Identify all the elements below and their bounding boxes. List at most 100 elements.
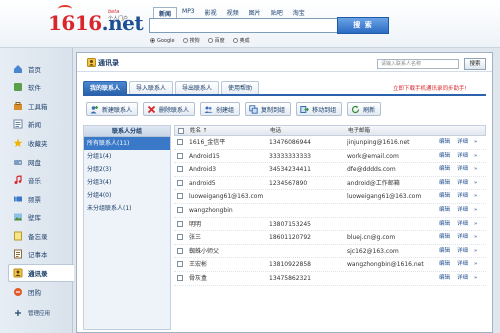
detail-arrow-icon[interactable]: » xyxy=(474,204,477,217)
sidebar-item[interactable]: 首页 xyxy=(12,60,72,78)
table-row[interactable]: 1616_金信平 13476086944 jinjunping@1616.net 编辑… xyxy=(174,136,486,150)
detail-arrow-icon[interactable]: » xyxy=(474,258,477,271)
contact-name[interactable]: 骨灰盒 xyxy=(189,272,267,285)
contacts-tab[interactable]: 导入联系人 xyxy=(129,81,174,94)
sidebar-item[interactable]: 团购 xyxy=(12,283,72,301)
row-checkbox[interactable] xyxy=(177,220,183,227)
detail-link[interactable]: 详细 xyxy=(457,150,468,163)
group-item[interactable]: 所有联系人(11) xyxy=(84,137,170,150)
detail-link[interactable]: 详细 xyxy=(457,258,468,271)
search-tab[interactable]: 贴吧 xyxy=(266,7,288,18)
contact-name[interactable]: 蜘蛛小师父 xyxy=(189,245,267,258)
sidebar-item[interactable]: 收藏夹 xyxy=(12,134,72,152)
toolbar-button[interactable]: 复制到组 xyxy=(245,102,292,116)
contact-name[interactable]: 张三 xyxy=(189,231,267,244)
table-row[interactable]: Android3 34534234411 dfe@dddds.com 编辑 详细 » xyxy=(174,163,486,177)
sidebar-item[interactable]: 壁库 xyxy=(12,208,72,226)
search-engine-radio[interactable] xyxy=(182,38,188,43)
row-checkbox[interactable] xyxy=(177,166,183,173)
search-engine-radio[interactable] xyxy=(150,38,155,43)
edit-link[interactable]: 编辑 xyxy=(439,218,450,231)
search-engine-option[interactable]: 搜狗 xyxy=(182,37,200,44)
search-engine-radio[interactable] xyxy=(207,38,213,43)
contact-name[interactable]: wangzhongbin xyxy=(189,204,267,217)
manage-apps-link[interactable]: 管理应用 xyxy=(12,304,72,322)
search-tab[interactable]: 影视 xyxy=(200,7,222,18)
group-item[interactable]: 分组3(4) xyxy=(84,176,170,189)
row-checkbox[interactable] xyxy=(177,247,183,254)
edit-link[interactable]: 编辑 xyxy=(439,245,450,258)
contact-name[interactable]: luoweigang61@163.com xyxy=(189,190,267,203)
search-engine-radio[interactable] xyxy=(232,38,238,43)
contacts-tab[interactable]: 导出联系人 xyxy=(175,81,220,94)
detail-link[interactable]: 详细 xyxy=(457,245,468,258)
search-tab[interactable]: 图片 xyxy=(244,7,266,18)
toolbar-button[interactable]: 删除联系人 xyxy=(143,102,196,116)
contacts-tab[interactable]: 使用帮助 xyxy=(221,81,260,94)
table-row[interactable]: luoweigang61@163.com luoweigang61@163.com… xyxy=(174,190,486,204)
table-row[interactable]: wangzhongbin 编辑 详细 » xyxy=(174,204,486,218)
detail-arrow-icon[interactable]: » xyxy=(474,150,477,163)
detail-arrow-icon[interactable]: » xyxy=(474,218,477,231)
group-item[interactable]: 分组2(3) xyxy=(84,163,170,176)
detail-link[interactable]: 详细 xyxy=(457,204,468,217)
detail-link[interactable]: 详细 xyxy=(457,272,468,285)
group-item[interactable]: 未分组联系人(1) xyxy=(84,202,170,215)
sidebar-item[interactable]: 新闻 xyxy=(12,115,72,133)
contact-name[interactable]: android5 xyxy=(189,177,267,190)
toolbar-button[interactable]: 创建组 xyxy=(200,102,241,116)
edit-link[interactable]: 编辑 xyxy=(439,190,450,203)
table-row[interactable]: 明明 13807153245 编辑 详细 » xyxy=(174,218,486,232)
detail-arrow-icon[interactable]: » xyxy=(474,177,477,190)
search-tab[interactable]: 视频 xyxy=(222,7,244,18)
edit-link[interactable]: 编辑 xyxy=(439,272,450,285)
table-row[interactable]: 蜘蛛小师父 sjc162@163.com 编辑 详细 » xyxy=(174,245,486,259)
detail-arrow-icon[interactable]: » xyxy=(474,190,477,203)
search-tab[interactable]: 淘宝 xyxy=(288,7,310,18)
edit-link[interactable]: 编辑 xyxy=(439,163,450,176)
sync-assistant-link[interactable]: 立即下载手机通讯录同步助手! xyxy=(393,84,467,92)
detail-link[interactable]: 详细 xyxy=(457,218,468,231)
row-checkbox[interactable] xyxy=(177,193,183,200)
sidebar-item[interactable]: 软件 xyxy=(12,78,72,96)
search-engine-option[interactable]: 奥成 xyxy=(232,37,250,44)
sidebar-item[interactable]: 工具箱 xyxy=(12,97,72,115)
search-engine-option[interactable]: Google xyxy=(150,37,175,44)
detail-link[interactable]: 详细 xyxy=(457,190,468,203)
search-tab[interactable]: MP3 xyxy=(177,7,200,18)
table-row[interactable]: android5 1234567890 android@工作邮箱 编辑 详细 » xyxy=(174,177,486,191)
edit-link[interactable]: 编辑 xyxy=(439,136,450,149)
detail-arrow-icon[interactable]: » xyxy=(474,245,477,258)
detail-arrow-icon[interactable]: » xyxy=(474,272,477,285)
edit-link[interactable]: 编辑 xyxy=(439,177,450,190)
sidebar-item[interactable]: 音乐 xyxy=(12,171,72,189)
contact-name[interactable]: Android15 xyxy=(189,150,267,163)
search-tab[interactable]: 新闻 xyxy=(153,7,178,18)
contact-name[interactable]: 1616_金信平 xyxy=(189,136,267,149)
detail-link[interactable]: 详细 xyxy=(457,163,468,176)
edit-link[interactable]: 编辑 xyxy=(439,231,450,244)
group-item[interactable]: 分组4(0) xyxy=(84,189,170,202)
contact-name[interactable]: Android3 xyxy=(189,163,267,176)
table-row[interactable]: 骨灰盒 13475862321 编辑 详细 » xyxy=(174,272,486,286)
edit-link[interactable]: 编辑 xyxy=(439,258,450,271)
detail-arrow-icon[interactable]: » xyxy=(474,136,477,149)
toolbar-button[interactable]: 刷新 xyxy=(347,102,382,116)
table-row[interactable]: 王宏彬 13810922858 wangzhongbin@1616.net 编辑 详细 » xyxy=(174,258,486,272)
group-item[interactable]: 分组1(4) xyxy=(84,150,170,163)
row-checkbox[interactable] xyxy=(177,206,183,213)
sidebar-item[interactable]: 记事本 xyxy=(12,245,72,263)
search-engine-option[interactable]: 百度 xyxy=(207,37,225,44)
detail-link[interactable]: 详细 xyxy=(457,231,468,244)
sidebar-item[interactable]: 备忘录 xyxy=(12,227,72,245)
site-logo[interactable]: 1616.net beta 个人门户 xyxy=(48,5,144,39)
row-checkbox[interactable] xyxy=(177,234,183,241)
contact-name[interactable]: 王宏彬 xyxy=(189,258,267,271)
table-row[interactable]: 张三 18601120792 bluej.cn@g.com 编辑 详细 » xyxy=(174,231,486,245)
edit-link[interactable]: 编辑 xyxy=(439,204,450,217)
edit-link[interactable]: 编辑 xyxy=(439,150,450,163)
detail-link[interactable]: 详细 xyxy=(457,177,468,190)
contact-search-input[interactable]: 请输入联系人名称 xyxy=(377,59,459,69)
toolbar-button[interactable]: 移动到组 xyxy=(296,102,343,116)
contact-name[interactable]: 明明 xyxy=(189,218,267,231)
